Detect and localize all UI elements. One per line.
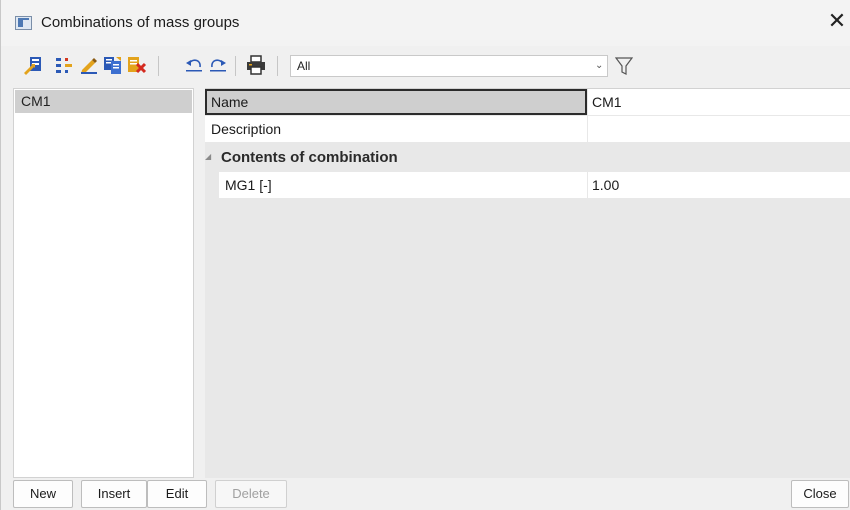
new-record-icon[interactable] <box>23 55 43 75</box>
chevron-down-icon: ⌄ <box>595 60 604 71</box>
close-button[interactable]: Close <box>791 480 849 508</box>
copy-icon[interactable] <box>103 55 123 75</box>
list-item[interactable]: CM1 <box>15 90 192 113</box>
settings-tree-icon[interactable] <box>54 55 74 75</box>
property-description-label[interactable]: Description <box>205 116 587 142</box>
print-icon[interactable] <box>246 55 266 75</box>
delete-icon[interactable] <box>127 55 147 75</box>
toolbar-separator <box>158 56 159 76</box>
filter-dropdown[interactable]: All ⌄ <box>290 55 608 77</box>
redo-icon[interactable] <box>208 55 228 75</box>
delete-button[interactable]: Delete <box>215 480 287 508</box>
property-row-name: Name CM1 <box>205 89 850 116</box>
toolbar-separator <box>277 56 278 76</box>
property-description-value[interactable] <box>588 116 850 142</box>
window-close-button[interactable]: ✕ <box>823 8 850 38</box>
property-row-mg1: MG1 [-] 1.00 <box>205 172 850 199</box>
property-name-label[interactable]: Name <box>205 89 587 115</box>
toolbar-separator <box>235 56 236 76</box>
undo-icon[interactable] <box>184 55 204 75</box>
window-title: Combinations of mass groups <box>41 14 240 31</box>
new-button[interactable]: New <box>13 480 73 508</box>
property-mg1-value[interactable]: 1.00 <box>588 172 850 198</box>
property-name-value[interactable]: CM1 <box>588 89 850 115</box>
app-window-icon <box>15 16 32 30</box>
section-contents-of-combination[interactable]: ◢ Contents of combination <box>205 145 850 171</box>
collapse-triangle-icon[interactable]: ◢ <box>205 152 211 161</box>
combination-list[interactable]: CM1 <box>13 88 194 478</box>
section-title: Contents of combination <box>221 149 398 166</box>
insert-button[interactable]: Insert <box>81 480 147 508</box>
property-row-description: Description <box>205 116 850 143</box>
edit-pencil-icon[interactable] <box>79 55 99 75</box>
funnel-icon[interactable] <box>615 56 633 76</box>
toolbar: All ⌄ <box>1 46 850 86</box>
dialog-window: Combinations of mass groups ✕ All ⌄ CM1 … <box>0 0 850 510</box>
filter-value: All <box>297 59 311 73</box>
edit-button[interactable]: Edit <box>147 480 207 508</box>
property-grid: Name CM1 Description ◢ Contents of combi… <box>205 88 850 478</box>
title-bar: Combinations of mass groups ✕ <box>1 0 850 46</box>
property-mg1-label[interactable]: MG1 [-] <box>219 172 587 198</box>
